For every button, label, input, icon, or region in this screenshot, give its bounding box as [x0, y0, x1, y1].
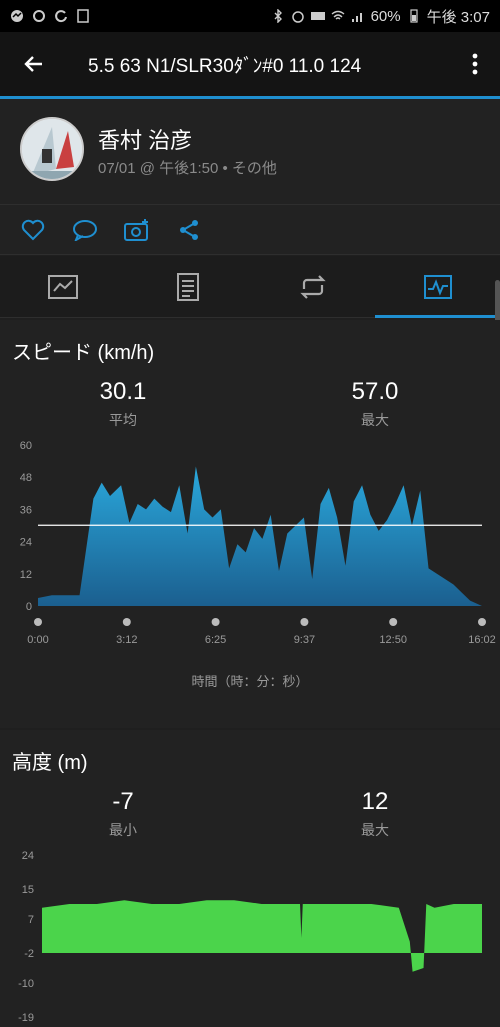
altitude-area-series	[42, 900, 482, 972]
heart-icon	[21, 219, 45, 240]
speed-y-tick-label: 48	[20, 472, 32, 484]
share-button[interactable]	[176, 217, 202, 243]
altitude-chart[interactable]: -19 -10 -2 7 15 24	[0, 845, 500, 1025]
speed-title: スピード (km/h)	[12, 342, 155, 364]
altitude-min-label: 最小	[109, 822, 137, 838]
speed-avg-label: 平均	[109, 412, 137, 428]
speed-x-tick-label: 3:12	[116, 634, 137, 646]
speed-chart[interactable]: 0 12 24 36 48 60 0:00 3:12 6:25 9:37 12:50 16:02 時間（…	[0, 430, 500, 730]
speed-x-tick-dot	[211, 618, 220, 626]
speed-x-tick-label: 12:50	[379, 634, 407, 646]
speed-y-tick-label: 24	[20, 537, 32, 549]
altitude-y-tick-label: -10	[18, 978, 34, 990]
messenger-icon	[11, 10, 23, 22]
altitude-y-tick-label: 15	[22, 884, 34, 896]
speed-max-label: 最大	[361, 412, 389, 428]
altitude-section: 高度 (m) -7 最小 12 最大 -19 -10 -2 7 15 24	[0, 730, 500, 1027]
speed-y-tick-label: 12	[20, 569, 32, 581]
altitude-y-tick-label: -19	[18, 1012, 34, 1024]
speed-x-tick-dot	[300, 618, 309, 626]
tab-overview[interactable]	[0, 256, 125, 317]
detail-tabs	[0, 256, 500, 318]
speed-x-tick-dot	[34, 618, 42, 626]
battery-percent: 60%	[370, 7, 401, 25]
avatar[interactable]	[20, 117, 84, 181]
speed-section: スピード (km/h) 30.1 平均 57.0 最大 0 12 24 36 48 60 0…	[0, 320, 500, 728]
clock: 午後 3:07	[426, 8, 490, 26]
photo-icon	[77, 9, 89, 23]
user-name: 香村 治彦	[98, 128, 193, 153]
altitude-y-tick-label: -2	[24, 948, 34, 960]
app-bar: 5.5 63 N1/SLR30ﾀﾞﾝ#0 11.0 124	[0, 32, 500, 96]
altitude-max-label: 最大	[361, 822, 389, 838]
notification-icons	[10, 9, 90, 23]
signal-icon	[351, 13, 362, 22]
speed-y-tick-label: 60	[20, 440, 32, 452]
speed-x-tick-dot	[478, 618, 486, 626]
altitude-y-tick-label: 7	[28, 914, 34, 926]
speed-x-tick-label: 0:00	[27, 634, 48, 646]
speed-x-tick-dot	[122, 618, 131, 626]
refresh-icon	[55, 10, 67, 23]
comment-button[interactable]	[72, 217, 98, 243]
speed-y-tick-label: 0	[26, 601, 32, 613]
profile-header: 香村 治彦 07/01 @ 午後1:50 • その他	[0, 99, 500, 205]
more-vert-icon	[472, 53, 478, 75]
more-options-button[interactable]	[450, 32, 500, 96]
add-photo-button[interactable]	[124, 217, 150, 243]
altitude-y-tick-label: 24	[22, 850, 34, 862]
share-icon	[180, 219, 198, 240]
speed-y-tick-label: 36	[20, 504, 32, 516]
volte-icon	[310, 12, 325, 20]
altitude-max-value: 12	[361, 788, 389, 815]
bluetooth-icon	[274, 9, 282, 23]
speed-x-axis-label: 時間（時：分：秒）	[191, 674, 308, 689]
document-icon	[176, 272, 199, 301]
laps-icon	[299, 274, 326, 299]
camera-add-icon	[124, 218, 148, 241]
social-actions	[0, 205, 500, 255]
arrow-back-icon	[24, 56, 42, 72]
speed-area-series	[38, 466, 482, 606]
speed-max-value: 57.0	[351, 378, 399, 405]
activity-meta: 07/01 @ 午後1:50 • その他	[98, 160, 277, 177]
speed-x-tick-label: 16:02	[468, 634, 496, 646]
charts-icon	[423, 274, 452, 299]
overview-icon	[47, 274, 78, 299]
comment-icon	[73, 219, 97, 241]
speed-x-tick-label: 6:25	[205, 634, 226, 646]
activity-title: 5.5 63 N1/SLR30ﾀﾞﾝ#0 11.0 124	[88, 55, 362, 77]
like-button[interactable]	[20, 217, 46, 243]
sync-icon	[33, 10, 45, 22]
wifi-icon	[331, 10, 345, 20]
altitude-title: 高度 (m)	[12, 752, 88, 774]
back-button[interactable]	[0, 32, 68, 96]
speed-x-tick-dot	[389, 618, 398, 626]
avatar-windsurf-photo	[22, 119, 82, 179]
status-bar: 60% 午後 3:07	[0, 0, 500, 32]
battery-icon	[410, 9, 418, 23]
tab-laps[interactable]	[250, 256, 375, 317]
speed-x-tick-label: 9:37	[294, 634, 315, 646]
tab-details[interactable]	[125, 256, 250, 317]
alarm-icon	[291, 11, 304, 23]
speed-avg-value: 30.1	[99, 378, 147, 405]
tab-charts[interactable]	[375, 256, 500, 318]
altitude-min-value: -7	[112, 788, 134, 815]
